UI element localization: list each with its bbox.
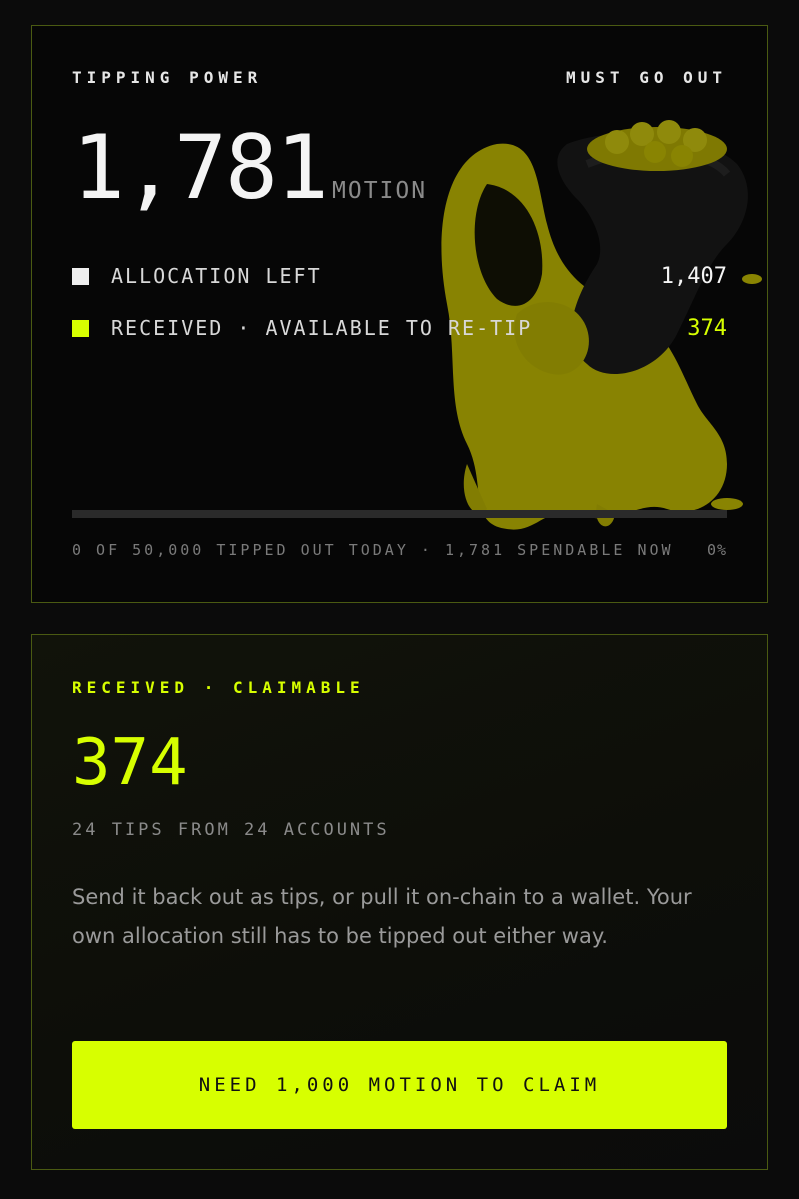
tipped-out-progress-bar xyxy=(72,510,727,518)
received-retip-row: RECEIVED · AVAILABLE TO RE-TIP 374 xyxy=(72,315,727,341)
allocation-left-value: 1,407 xyxy=(660,263,727,289)
tipping-power-value: 1,781 xyxy=(72,116,329,219)
tipped-out-percent: 0% xyxy=(706,541,727,559)
must-go-out-label: MUST GO OUT xyxy=(566,68,727,87)
received-claimable-card: RECEIVED · CLAIMABLE 374 24 TIPS FROM 24… xyxy=(31,634,768,1170)
received-claimable-label: RECEIVED · CLAIMABLE xyxy=(72,678,365,697)
received-retip-label: RECEIVED · AVAILABLE TO RE-TIP xyxy=(111,316,533,340)
allocation-swatch xyxy=(72,267,89,285)
tipped-out-footer: 0 OF 50,000 TIPPED OUT TODAY · 1,781 SPE… xyxy=(72,541,727,559)
allocation-left-row: ALLOCATION LEFT 1,407 xyxy=(72,263,727,289)
tips-count-subtitle: 24 TIPS FROM 24 ACCOUNTS xyxy=(72,820,390,840)
claim-button[interactable]: NEED 1,000 MOTION TO CLAIM xyxy=(72,1041,727,1129)
received-retip-value: 374 xyxy=(687,315,727,341)
received-swatch xyxy=(72,319,89,337)
tipped-out-summary: 0 OF 50,000 TIPPED OUT TODAY · 1,781 SPE… xyxy=(72,541,674,559)
tipping-power-unit: MOTION xyxy=(332,178,428,204)
tipping-power-card: TIPPING POWER MUST GO OUT 1,781 MOTION A… xyxy=(31,25,768,603)
claim-description: Send it back out as tips, or pull it on-… xyxy=(72,885,692,948)
allocation-left-label: ALLOCATION LEFT xyxy=(111,264,322,288)
tipping-power-label: TIPPING POWER xyxy=(72,68,263,87)
claimable-value: 374 xyxy=(72,726,188,800)
